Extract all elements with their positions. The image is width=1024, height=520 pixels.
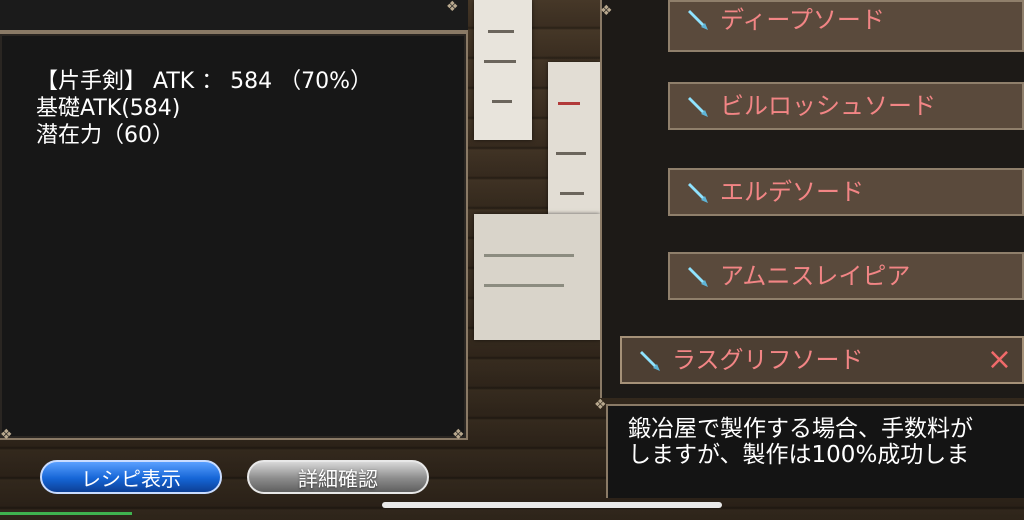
wall-poster (474, 214, 600, 340)
stat-attack-line: 【片手剣】 ATK ： 584 （70%） (36, 69, 373, 94)
progress-bar (0, 512, 132, 515)
wall-poster (474, 0, 532, 140)
sword-icon (688, 267, 708, 287)
weapon-stats-text: 【片手剣】 ATK ： 584 （70%） 基礎ATK(584) 潜在力（60） (36, 68, 372, 149)
detail-button[interactable]: 詳細確認 (247, 460, 429, 494)
weapon-list-item-label: ディープソード (720, 6, 885, 34)
weapon-list-item-label: アムニスレイピア (720, 262, 911, 290)
top-frame-bar (0, 0, 468, 32)
frame-ornament-icon: ❖ (452, 427, 465, 443)
frame-ornament-icon: ❖ (0, 427, 13, 443)
message-line: 鍛冶屋で製作する場合、手数料が (628, 416, 973, 442)
message-text: 鍛冶屋で製作する場合、手数料が しますが、製作は100%成功しま (628, 416, 973, 468)
wall-poster (548, 62, 600, 232)
weapon-list-item-label: ラスグリフソード (672, 346, 864, 374)
weapon-list-item-label: エルデソード (720, 178, 864, 206)
sword-icon (640, 351, 660, 371)
sword-icon (688, 10, 708, 30)
sword-icon (688, 97, 708, 117)
message-line: しますが、製作は100%成功しま (628, 442, 970, 468)
weapon-list-item[interactable]: ビルロッシュソード (668, 82, 1024, 130)
weapon-stats-panel: 【片手剣】 ATK ： 584 （70%） 基礎ATK(584) 潜在力（60） (0, 32, 468, 440)
frame-ornament-icon: ❖ (446, 0, 459, 15)
weapon-list-item[interactable]: エルデソード (668, 168, 1024, 216)
stat-base-atk-line: 基礎ATK(584) (36, 96, 181, 121)
recipe-button[interactable]: レシピ表示 (40, 460, 222, 494)
weapon-list-item[interactable]: ディープソード (668, 0, 1024, 52)
stat-potential-line: 潜在力（60） (36, 123, 174, 148)
home-indicator[interactable] (382, 502, 722, 508)
message-box: 鍛冶屋で製作する場合、手数料が しますが、製作は100%成功しま (606, 404, 1024, 498)
frame-ornament-icon: ❖ (600, 3, 613, 19)
frame-ornament-icon: ❖ (594, 397, 607, 413)
weapon-list-item-selected[interactable]: ラスグリフソード × (620, 336, 1024, 384)
close-icon[interactable]: × (987, 338, 1012, 382)
sword-icon (688, 183, 708, 203)
weapon-list-item[interactable]: アムニスレイピア (668, 252, 1024, 300)
weapon-list-item-label: ビルロッシュソード (720, 92, 936, 120)
